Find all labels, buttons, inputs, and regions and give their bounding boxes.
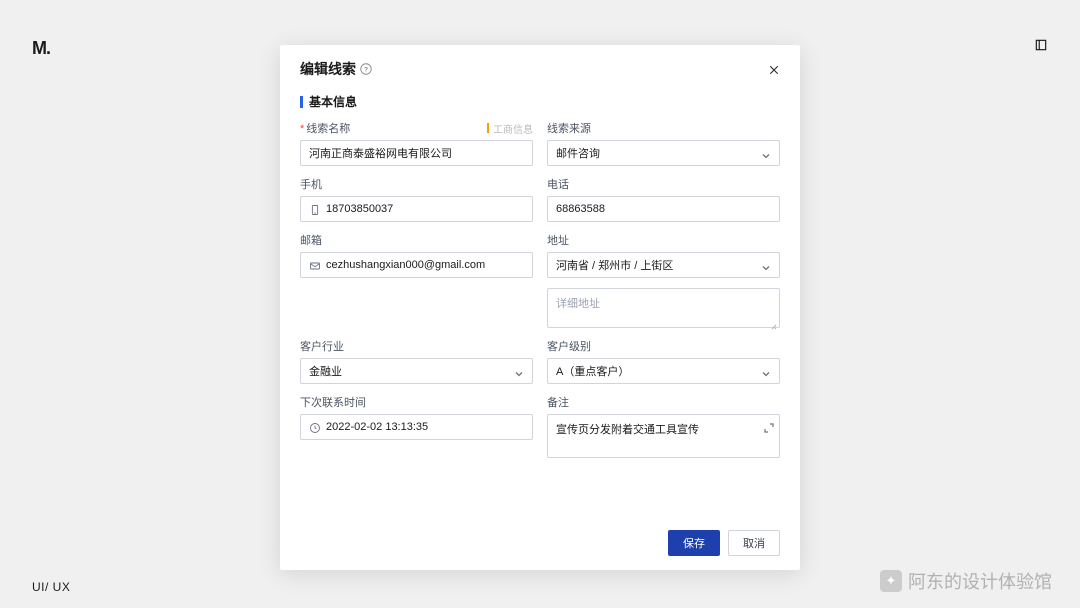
level-label: 客户级别 (547, 338, 780, 354)
edit-lead-modal: 编辑线索 ? 基本信息 *线索名称 工商信息 (280, 45, 800, 570)
mobile-label: 手机 (300, 176, 533, 192)
address-label: 地址 (547, 232, 780, 248)
modal-header: 编辑线索 ? (280, 45, 800, 79)
resize-handle-icon[interactable] (769, 317, 777, 325)
modal-footer: 保存 取消 (280, 520, 800, 570)
remark-textarea[interactable]: 宣传页分发附着交通工具宣传 (547, 414, 780, 458)
address-select[interactable]: 河南省 / 郑州市 / 上街区 (547, 252, 780, 278)
chevron-down-icon (761, 366, 771, 376)
email-label: 邮箱 (300, 232, 533, 248)
chevron-down-icon (514, 366, 524, 376)
brand-logo: M. (32, 38, 50, 59)
chevron-down-icon (761, 260, 771, 270)
next-time-input[interactable]: 2022-02-02 13:13:35 (300, 414, 533, 440)
level-select[interactable]: A（重点客户） (547, 358, 780, 384)
chevron-down-icon (761, 148, 771, 158)
lead-name-input[interactable]: 河南正商泰盛裕网电有限公司 (300, 140, 533, 166)
mobile-input[interactable]: 18703850037 (300, 196, 533, 222)
mobile-icon (309, 203, 321, 215)
phone-input[interactable]: 68863588 (547, 196, 780, 222)
save-button[interactable]: 保存 (668, 530, 720, 556)
layout-icon (1034, 38, 1048, 55)
next-time-label: 下次联系时间 (300, 394, 533, 410)
help-icon[interactable]: ? (360, 63, 372, 75)
phone-label: 电话 (547, 176, 780, 192)
email-input[interactable]: cezhushangxian000@gmail.com (300, 252, 533, 278)
section-title-basic: 基本信息 (280, 79, 800, 114)
industry-label: 客户行业 (300, 338, 533, 354)
cancel-button[interactable]: 取消 (728, 530, 780, 556)
biz-info-link[interactable]: 工商信息 (487, 121, 533, 136)
industry-select[interactable]: 金融业 (300, 358, 533, 384)
lead-source-select[interactable]: 邮件咨询 (547, 140, 780, 166)
expand-icon[interactable] (764, 420, 774, 430)
footer-label: UI/ UX (32, 580, 70, 594)
clock-icon (309, 421, 321, 433)
lead-name-label: *线索名称 工商信息 (300, 120, 533, 136)
remark-label: 备注 (547, 394, 780, 410)
watermark: ✦ 阿东的设计体验馆 (880, 568, 1052, 594)
close-icon[interactable] (768, 63, 780, 75)
email-icon (309, 259, 321, 271)
address-detail-textarea[interactable]: 详细地址 (547, 288, 780, 328)
lead-source-label: 线索来源 (547, 120, 780, 136)
form-body: *线索名称 工商信息 河南正商泰盛裕网电有限公司 线索来源 邮件咨询 (280, 114, 800, 520)
modal-title: 编辑线索 ? (300, 59, 372, 79)
svg-text:?: ? (364, 66, 368, 73)
